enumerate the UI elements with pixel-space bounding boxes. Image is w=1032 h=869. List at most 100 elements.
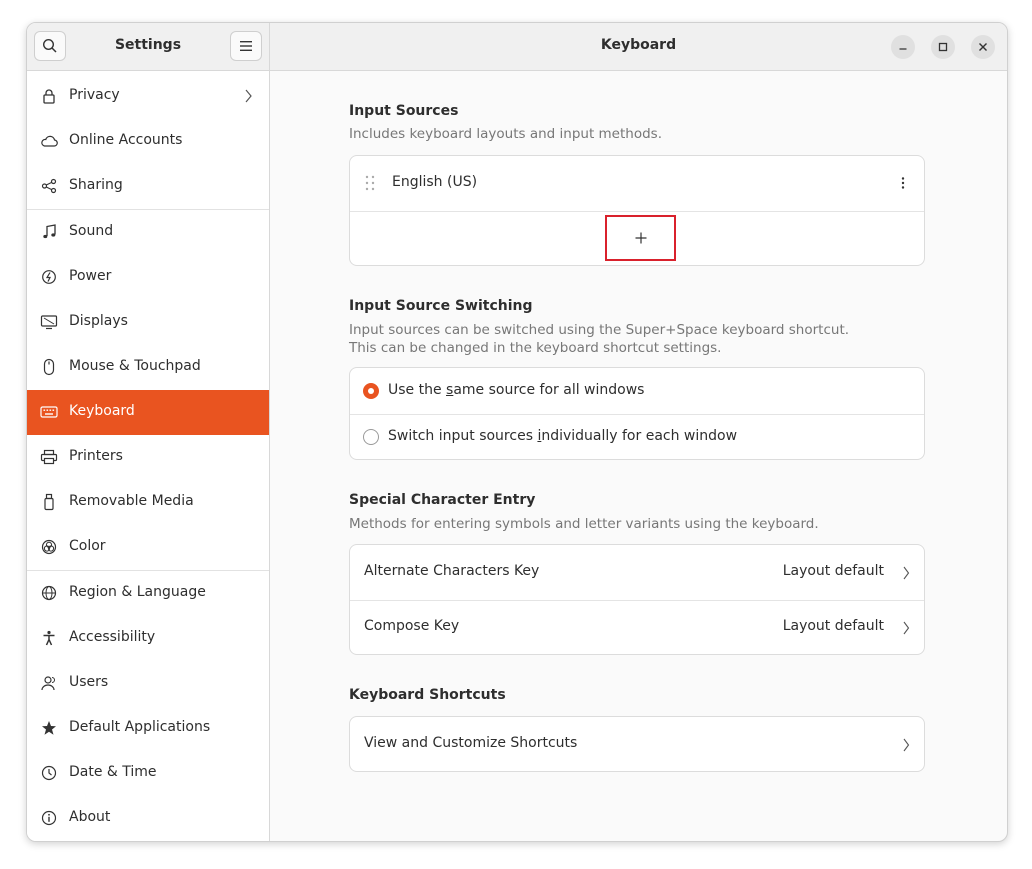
compose-key-value: Layout default [782, 618, 884, 634]
sidebar-item-about[interactable]: About [27, 796, 269, 841]
share-icon [40, 177, 58, 195]
sidebar-item-label: Mouse & Touchpad [69, 358, 201, 374]
sidebar-title: Settings [114, 37, 182, 53]
more-options-icon[interactable] [900, 175, 906, 195]
close-button[interactable] [971, 35, 995, 59]
chevron-right-icon [243, 88, 253, 108]
sidebar-item-mouse-touchpad[interactable]: Mouse & Touchpad [27, 345, 269, 390]
lock-icon [40, 87, 58, 105]
input-source-label: English (US) [392, 174, 478, 190]
star-icon [40, 719, 58, 737]
input-sources-subtitle: Includes keyboard layouts and input meth… [349, 126, 662, 142]
sidebar-item-label: Date & Time [69, 764, 157, 780]
add-input-source-button[interactable] [605, 215, 676, 261]
sidebar-item-label: Users [69, 674, 109, 690]
sidebar-item-label: Sharing [69, 177, 123, 193]
header-bar: Keyboard [270, 23, 1007, 71]
sidebar-item-label: Online Accounts [69, 132, 183, 148]
sidebar-item-label: Printers [69, 448, 123, 464]
switching-option-same[interactable]: Use the same source for all windows [350, 368, 924, 414]
keyboard-shortcuts-title: Keyboard Shortcuts [349, 687, 506, 703]
music-note-icon [40, 223, 58, 241]
mouse-icon [40, 358, 58, 376]
main-menu-button[interactable] [230, 31, 262, 61]
accessibility-icon [40, 629, 58, 647]
search-button[interactable] [34, 31, 66, 61]
sidebar-item-power[interactable]: Power [27, 255, 269, 300]
sidebar-item-default-applications[interactable]: Default Applications [27, 706, 269, 751]
maximize-button[interactable] [931, 35, 955, 59]
display-icon [40, 313, 58, 331]
keyboard-shortcuts-card: View and Customize Shortcuts [349, 716, 925, 772]
info-icon [40, 809, 58, 827]
plus-icon [635, 232, 646, 244]
sidebar-item-printers[interactable]: Printers [27, 435, 269, 480]
sidebar-item-region-language[interactable]: Region & Language [27, 571, 269, 616]
sidebar-item-label: Default Applications [69, 719, 211, 735]
radio-selected[interactable] [363, 383, 379, 399]
switching-option-individual[interactable]: Switch input sources individually for ea… [350, 415, 924, 459]
sidebar-item-removable-media[interactable]: Removable Media [27, 480, 269, 525]
close-icon [979, 43, 987, 51]
maximize-icon [938, 42, 948, 52]
color-icon [40, 538, 58, 556]
sidebar-header: Settings [27, 23, 269, 71]
keyboard-icon [40, 403, 58, 421]
special-entry-title: Special Character Entry [349, 492, 536, 508]
minimize-button[interactable] [891, 35, 915, 59]
globe-icon [40, 584, 58, 602]
sidebar-item-date-time[interactable]: Date & Time [27, 751, 269, 796]
input-source-row[interactable]: English (US) [350, 156, 924, 211]
sidebar-item-sound[interactable]: Sound [27, 210, 269, 255]
alternate-characters-key-value: Layout default [782, 563, 884, 579]
cloud-icon [40, 132, 58, 150]
switching-card: Use the same source for all windows Swit… [349, 367, 925, 460]
switching-subtitle-line1: Input sources can be switched using the … [349, 322, 850, 338]
sidebar-item-color[interactable]: Color [27, 525, 269, 570]
input-sources-title: Input Sources [349, 103, 459, 119]
view-customize-shortcuts-label: View and Customize Shortcuts [364, 735, 578, 751]
sidebar-item-label: Privacy [69, 87, 120, 103]
compose-key-label: Compose Key [364, 618, 460, 634]
sidebar-item-label: About [69, 809, 111, 825]
row-separator [350, 211, 924, 212]
sidebar-item-privacy[interactable]: Privacy [27, 74, 269, 119]
sidebar-item-label: Power [69, 268, 112, 284]
compose-key-row[interactable]: Compose Key Layout default [350, 601, 924, 654]
sidebar-item-label: Displays [69, 313, 128, 329]
switching-title: Input Source Switching [349, 298, 533, 314]
hamburger-menu-icon [240, 41, 252, 51]
chevron-right-icon [902, 737, 910, 756]
alternate-characters-key-row[interactable]: Alternate Characters Key Layout default [350, 545, 924, 600]
clock-icon [40, 764, 58, 782]
printer-icon [40, 448, 58, 466]
sidebar-item-sharing[interactable]: Sharing [27, 164, 269, 209]
usb-drive-icon [40, 493, 58, 511]
switching-subtitle-line2: This can be changed in the keyboard shor… [349, 340, 722, 356]
sidebar-item-label: Region & Language [69, 584, 206, 600]
sidebar-item-accessibility[interactable]: Accessibility [27, 616, 269, 661]
sidebar-item-online-accounts[interactable]: Online Accounts [27, 119, 269, 164]
sidebar: Settings Privacy Online Accounts Sharing… [27, 23, 270, 841]
keyboard-panel: Input Sources Includes keyboard layouts … [270, 71, 1007, 841]
drag-handle-icon[interactable] [364, 175, 376, 195]
radio-unselected[interactable] [363, 429, 379, 445]
power-icon [40, 268, 58, 286]
switching-option-individual-label: Switch input sources individually for ea… [388, 428, 738, 444]
sidebar-item-displays[interactable]: Displays [27, 300, 269, 345]
sidebar-item-keyboard[interactable]: Keyboard [27, 390, 269, 435]
sidebar-item-label: Removable Media [69, 493, 194, 509]
view-customize-shortcuts-row[interactable]: View and Customize Shortcuts [350, 717, 924, 771]
sidebar-item-users[interactable]: Users [27, 661, 269, 706]
settings-window: Settings Privacy Online Accounts Sharing… [26, 22, 1008, 842]
special-entry-card: Alternate Characters Key Layout default … [349, 544, 925, 655]
input-sources-card: English (US) [349, 155, 925, 266]
users-icon [40, 674, 58, 692]
sidebar-item-label: Sound [69, 223, 114, 239]
chevron-right-icon [902, 620, 910, 639]
minimize-icon [899, 48, 907, 50]
alternate-characters-key-label: Alternate Characters Key [364, 563, 540, 579]
sidebar-item-label: Color [69, 538, 106, 554]
switching-option-same-label: Use the same source for all windows [388, 382, 645, 398]
special-entry-subtitle: Methods for entering symbols and letter … [349, 516, 819, 532]
